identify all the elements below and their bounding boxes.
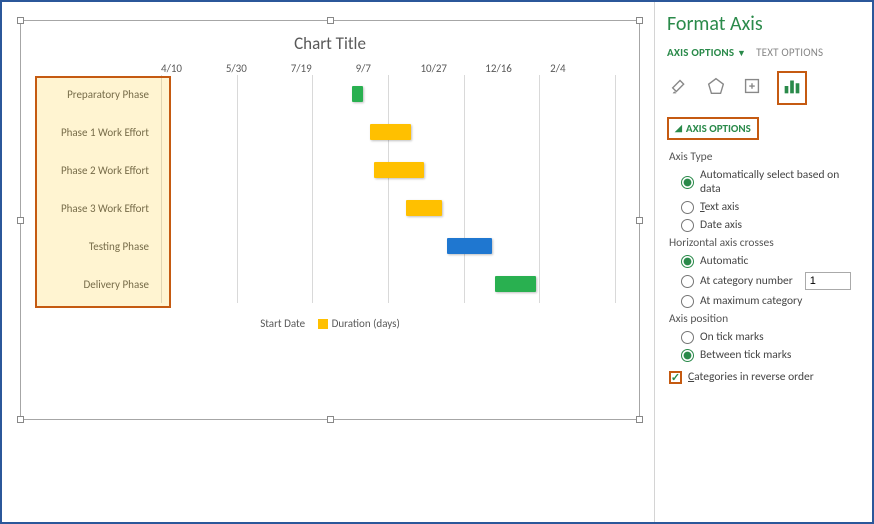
category-number-input[interactable] — [805, 272, 851, 290]
resize-handle[interactable] — [636, 416, 643, 423]
x-tick: 5/30 — [226, 62, 291, 75]
size-properties-icon[interactable] — [741, 75, 763, 101]
axis-options-icon[interactable] — [777, 71, 807, 105]
checkbox-reverse-order[interactable]: ✓ Categories in reverse order — [669, 370, 860, 384]
x-tick: 4/10 — [161, 62, 226, 75]
radio-between-tick[interactable]: Between tick marks — [681, 348, 860, 362]
data-bar[interactable] — [352, 86, 363, 102]
chart-title[interactable]: Chart Title — [21, 21, 639, 62]
legend-entry-start: Start Date — [260, 317, 305, 330]
radio-crosses-auto[interactable]: Automatic — [681, 254, 860, 268]
data-bar[interactable] — [406, 200, 442, 216]
legend-swatch-icon — [318, 319, 328, 329]
resize-handle[interactable] — [327, 416, 334, 423]
axis-type-label: Axis Type — [669, 150, 860, 164]
h-crosses-label: Horizontal axis crosses — [669, 236, 860, 250]
legend[interactable]: Start Date Duration (days) — [21, 303, 639, 340]
chart-pane: Chart Title 4/10 5/30 7/19 9/7 10/27 12/… — [2, 2, 654, 522]
dropdown-icon[interactable]: ▼ — [737, 48, 746, 59]
radio-text-axis[interactable]: Text axis — [681, 200, 860, 214]
collapse-icon: ◢ — [675, 123, 682, 134]
data-bar[interactable] — [495, 276, 536, 292]
radio-auto-select[interactable]: Automatically select based on data — [681, 168, 860, 196]
category-axis-selection[interactable] — [35, 76, 171, 308]
panel-title: Format Axis — [667, 12, 860, 36]
x-tick: 9/7 — [356, 62, 421, 75]
data-bar[interactable] — [374, 162, 424, 178]
radio-on-tick[interactable]: On tick marks — [681, 330, 860, 344]
resize-handle[interactable] — [636, 217, 643, 224]
resize-handle[interactable] — [636, 17, 643, 24]
axis-position-label: Axis position — [669, 312, 860, 326]
data-bar[interactable] — [370, 124, 411, 140]
x-tick: 2/4 — [550, 62, 615, 75]
x-axis[interactable]: 4/10 5/30 7/19 9/7 10/27 12/16 2/4 — [21, 62, 615, 75]
chart-object[interactable]: Chart Title 4/10 5/30 7/19 9/7 10/27 12/… — [20, 20, 640, 420]
effects-icon[interactable] — [705, 75, 727, 101]
resize-handle[interactable] — [17, 17, 24, 24]
axis-options-section-header[interactable]: ◢AXIS OPTIONS — [667, 117, 759, 140]
radio-crosses-at-max[interactable]: At maximum category — [681, 294, 860, 308]
radio-crosses-at-category[interactable]: At category number — [681, 272, 860, 290]
resize-handle[interactable] — [17, 416, 24, 423]
data-bar[interactable] — [447, 238, 492, 254]
radio-date-axis[interactable]: Date axis — [681, 218, 860, 232]
x-tick: 12/16 — [485, 62, 550, 75]
checkbox-icon: ✓ — [669, 371, 682, 384]
x-tick: 10/27 — [420, 62, 485, 75]
x-tick: 7/19 — [291, 62, 356, 75]
tab-axis-options[interactable]: AXIS OPTIONS ▼ — [667, 46, 746, 63]
resize-handle[interactable] — [327, 17, 334, 24]
format-axis-panel: Format Axis AXIS OPTIONS ▼ TEXT OPTIONS … — [654, 2, 872, 522]
legend-entry-duration: Duration (days) — [332, 317, 400, 330]
tab-text-options[interactable]: TEXT OPTIONS — [756, 46, 823, 63]
fill-line-icon[interactable] — [669, 75, 691, 101]
